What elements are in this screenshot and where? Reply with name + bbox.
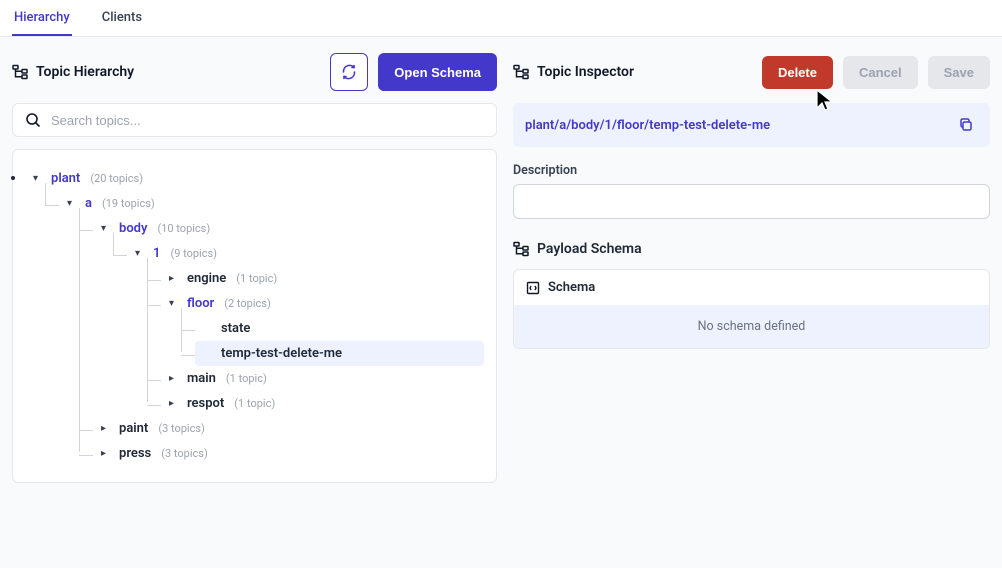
search-icon bbox=[25, 112, 41, 128]
tree-node-main[interactable]: ▸ main (1 topic) bbox=[161, 366, 484, 391]
hierarchy-icon bbox=[12, 64, 28, 80]
tree-node-1[interactable]: ▾ 1 (9 topics) bbox=[127, 241, 484, 266]
tree-count: (1 topic) bbox=[236, 272, 277, 285]
tree-label: state bbox=[221, 321, 250, 336]
tree-node-paint[interactable]: ▸ paint (3 topics) bbox=[93, 416, 484, 441]
tree-label: temp-test-delete-me bbox=[221, 346, 342, 361]
inspector-icon bbox=[513, 64, 529, 80]
tree-node-temp[interactable]: temp-test-delete-me bbox=[195, 341, 484, 366]
open-schema-button[interactable]: Open Schema bbox=[378, 53, 497, 91]
tree-label: a bbox=[85, 196, 92, 211]
schema-empty-state: No schema defined bbox=[514, 305, 989, 348]
tab-clients[interactable]: Clients bbox=[100, 0, 144, 36]
tree-node-engine[interactable]: ▸ engine (1 topic) bbox=[161, 266, 484, 291]
tree-count: (3 topics) bbox=[158, 422, 205, 435]
chevron-down-icon: ▾ bbox=[135, 248, 147, 259]
payload-schema-title: Payload Schema bbox=[537, 241, 642, 257]
refresh-button[interactable] bbox=[330, 53, 368, 91]
tree-label: engine bbox=[187, 271, 226, 286]
panel-title-inspector: Topic Inspector bbox=[537, 64, 634, 80]
tree-count: (2 topics) bbox=[224, 297, 271, 310]
tree-node-floor[interactable]: ▾ floor (2 topics) bbox=[161, 291, 484, 316]
tree-label: press bbox=[119, 446, 151, 461]
chevron-right-icon: ▸ bbox=[169, 373, 181, 384]
main-tabs: Hierarchy Clients bbox=[0, 0, 1002, 37]
copy-icon bbox=[958, 117, 974, 133]
description-input[interactable] bbox=[513, 184, 990, 219]
search-input[interactable] bbox=[51, 113, 484, 128]
save-button[interactable]: Save bbox=[928, 56, 990, 89]
tree-count: (9 topics) bbox=[170, 247, 217, 260]
tree-node-state[interactable]: state bbox=[195, 316, 484, 341]
tree-count: (19 topics) bbox=[102, 197, 155, 210]
chevron-down-icon: ▾ bbox=[33, 173, 45, 184]
tree-count: (20 topics) bbox=[90, 172, 143, 185]
tree-label: respot bbox=[187, 396, 224, 411]
tree-node-press[interactable]: ▸ press (3 topics) bbox=[93, 441, 484, 466]
tree-node-plant[interactable]: ▾ plant (20 topics) bbox=[25, 166, 484, 191]
panel-title-hierarchy: Topic Hierarchy bbox=[36, 64, 134, 80]
refresh-icon bbox=[341, 64, 357, 80]
tree-label: body bbox=[119, 221, 147, 236]
tree-count: (10 topics) bbox=[157, 222, 210, 235]
chevron-right-icon: ▸ bbox=[101, 423, 113, 434]
chevron-right-icon: ▸ bbox=[169, 273, 181, 284]
schema-title: Schema bbox=[548, 280, 595, 295]
tree-count: (1 topic) bbox=[234, 397, 275, 410]
topic-path: plant/a/body/1/floor/temp-test-delete-me bbox=[525, 118, 770, 133]
search-box[interactable] bbox=[12, 103, 497, 137]
cancel-button[interactable]: Cancel bbox=[843, 56, 918, 89]
copy-button[interactable] bbox=[954, 113, 978, 137]
description-label: Description bbox=[513, 163, 990, 178]
chevron-down-icon: ▾ bbox=[101, 223, 113, 234]
tree-label: floor bbox=[187, 296, 214, 311]
tree-node-a[interactable]: ▾ a (19 topics) bbox=[59, 191, 484, 216]
topic-path-box: plant/a/body/1/floor/temp-test-delete-me bbox=[513, 103, 990, 147]
chevron-right-icon: ▸ bbox=[101, 448, 113, 459]
chevron-right-icon: ▸ bbox=[169, 398, 181, 409]
tree-node-respot[interactable]: ▸ respot (1 topic) bbox=[161, 391, 484, 416]
tree-label: main bbox=[187, 371, 216, 386]
schema-card: Schema No schema defined bbox=[513, 269, 990, 349]
tree-label: plant bbox=[51, 171, 80, 186]
delete-button[interactable]: Delete bbox=[762, 56, 833, 89]
tree-count: (3 topics) bbox=[161, 447, 208, 460]
chevron-down-icon: ▾ bbox=[67, 198, 79, 209]
tree-label: paint bbox=[119, 421, 148, 436]
tab-hierarchy[interactable]: Hierarchy bbox=[12, 0, 72, 36]
tree-node-body[interactable]: ▾ body (10 topics) bbox=[93, 216, 484, 241]
tree-count: (1 topic) bbox=[226, 372, 267, 385]
payload-schema-icon bbox=[513, 241, 529, 257]
tree-label: 1 bbox=[153, 246, 160, 261]
chevron-down-icon: ▾ bbox=[169, 298, 181, 309]
schema-icon bbox=[526, 281, 540, 295]
